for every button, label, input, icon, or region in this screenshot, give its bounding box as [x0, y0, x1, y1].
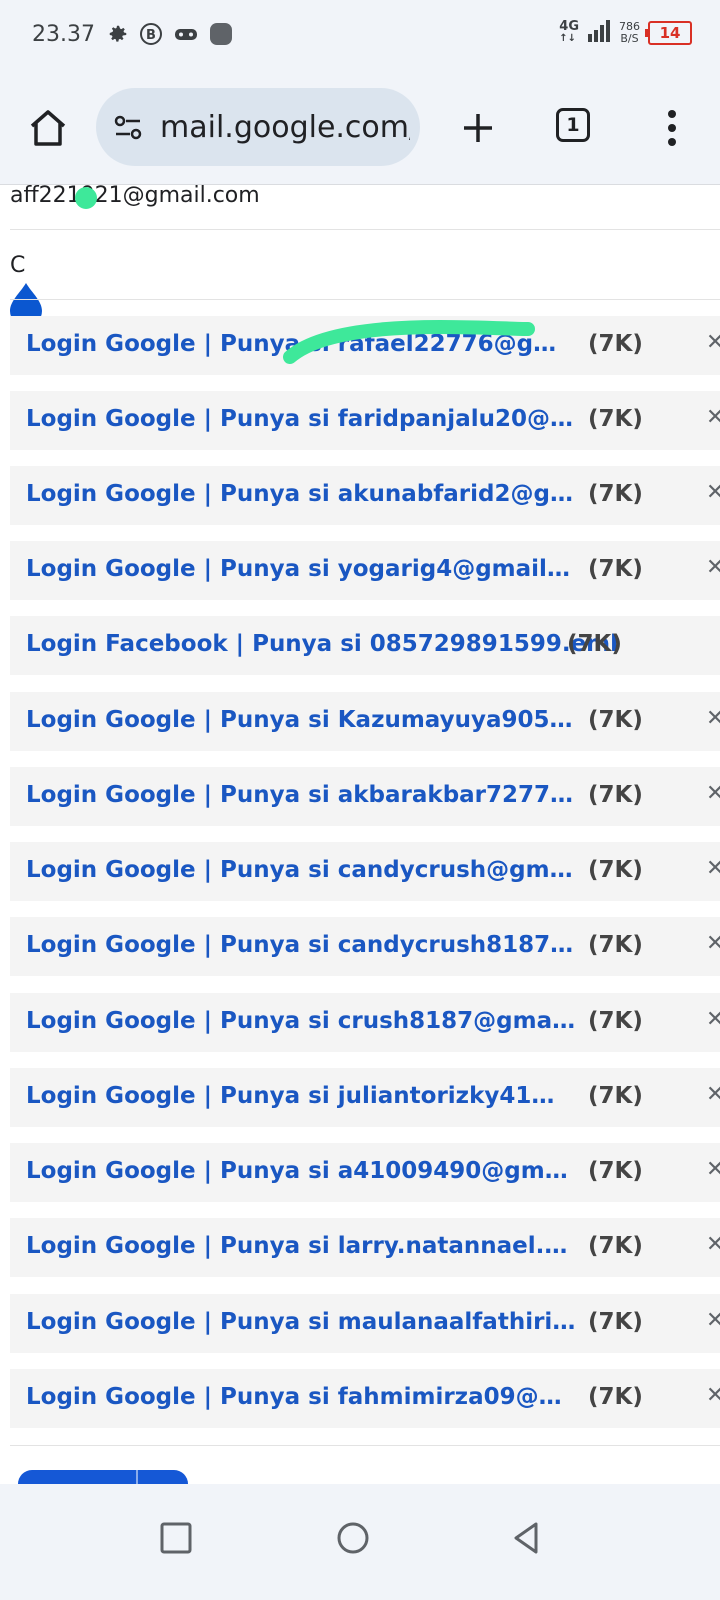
divider: [10, 229, 720, 230]
to-field[interactable]: aff221921@gmail.com: [10, 185, 260, 208]
attachment-name[interactable]: Login Google | Punya si akbarakbar72770@…: [26, 782, 576, 808]
attachment-size: (7K): [588, 331, 643, 357]
attachment-name[interactable]: Login Google | Punya si maulanaalfathiri…: [26, 1309, 576, 1335]
remove-attachment-icon[interactable]: ✕: [706, 931, 720, 956]
attachment-name[interactable]: Login Google | Punya si fahmimirza09@gma…: [26, 1384, 576, 1410]
attachment-size: (7K): [588, 1083, 643, 1109]
app-dot-icon: [209, 22, 233, 50]
attachment-row[interactable]: Login Google | Punya si yogarig4@gmail.c…: [10, 541, 720, 600]
green-underline-annotation-icon: [283, 319, 535, 364]
attachment-row[interactable]: Login Google | Punya si faridpanjalu20@g…: [10, 391, 720, 450]
b-circle-icon: B: [139, 22, 163, 50]
attachment-size: (7K): [588, 406, 643, 432]
signal-icon: [587, 20, 611, 46]
attachment-size: (7K): [588, 1233, 643, 1259]
attachment-name[interactable]: Login Google | Punya si juliantorizky41@…: [26, 1083, 576, 1109]
status-time: 23.37: [32, 22, 95, 47]
gamepad-icon: [173, 23, 199, 49]
address-bar[interactable]: mail.google.com/: [96, 88, 420, 166]
attachment-name[interactable]: Login Google | Punya si crush8187@gmail.…: [26, 1008, 576, 1034]
attachment-size: (7K): [588, 782, 643, 808]
plus-icon: [464, 114, 492, 142]
site-settings-icon[interactable]: [112, 112, 144, 144]
attachment-row[interactable]: Login Google | Punya si akunabfarid2@gma…: [10, 466, 720, 525]
green-dot-annotation-icon: [75, 187, 97, 209]
attachment-size: (7K): [588, 932, 643, 958]
attachment-name[interactable]: Login Google | Punya si akunabfarid2@gma…: [26, 481, 576, 507]
svg-text:B: B: [146, 28, 156, 43]
back-triangle-icon[interactable]: [506, 1518, 546, 1558]
new-tab-button[interactable]: [452, 102, 504, 154]
remove-attachment-icon[interactable]: ✕: [706, 555, 720, 580]
compose-content: aff221921@gmail.com C Login Google | Pun…: [0, 185, 720, 1470]
remove-attachment-icon[interactable]: ✕: [706, 405, 720, 430]
attachment-name[interactable]: Login Google | Punya si candycrush@gmail…: [26, 857, 576, 883]
remove-attachment-icon[interactable]: ✕: [706, 706, 720, 731]
status-bar: 23.37 B 4G ↑↓ 786 B/S 14: [0, 0, 720, 72]
attachment-row[interactable]: Login Facebook | Punya si 085729891599.e…: [10, 616, 720, 675]
attachment-row[interactable]: Login Google | Punya si a41009490@gmail.…: [10, 1143, 720, 1202]
remove-attachment-icon[interactable]: ✕: [706, 1232, 720, 1257]
attachment-name[interactable]: Login Google | Punya si Kazumayuya905@gm…: [26, 707, 576, 733]
attachment-row[interactable]: Login Google | Punya si candycrush8187@g…: [10, 917, 720, 976]
attachment-name[interactable]: Login Google | Punya si faridpanjalu20@g…: [26, 406, 576, 432]
recents-icon[interactable]: [156, 1518, 196, 1558]
tab-switcher-button[interactable]: 1: [556, 108, 590, 142]
remove-attachment-icon[interactable]: ✕: [706, 1383, 720, 1408]
attachment-size: (7K): [588, 707, 643, 733]
browser-toolbar: mail.google.com/ 1: [0, 72, 720, 185]
attachment-size: (7K): [588, 556, 643, 582]
attachment-row[interactable]: Login Google | Punya si akbarakbar72770@…: [10, 767, 720, 826]
remove-attachment-icon[interactable]: ✕: [706, 480, 720, 505]
data-speed: 786 B/S: [619, 20, 640, 45]
attachment-size: (7K): [588, 481, 643, 507]
attachment-row[interactable]: Login Google | Punya si candycrush@gmail…: [10, 842, 720, 901]
system-nav-bar: [0, 1484, 720, 1600]
attachment-row[interactable]: Login Google | Punya si Kazumayuya905@gm…: [10, 692, 720, 751]
attachment-size: (7K): [588, 1158, 643, 1184]
remove-attachment-icon[interactable]: ✕: [706, 1082, 720, 1107]
attachment-size: (7K): [588, 1384, 643, 1410]
attachment-name[interactable]: Login Google | Punya si larry.natannael.…: [26, 1233, 576, 1259]
remove-attachment-icon[interactable]: ✕: [706, 1157, 720, 1182]
home-icon: [30, 110, 66, 146]
kebab-menu-icon: [668, 110, 676, 146]
attachment-row[interactable]: Login Google | Punya si fahmimirza09@gma…: [10, 1369, 720, 1428]
divider: [10, 299, 720, 300]
attachment-name[interactable]: Login Google | Punya si yogarig4@gmail.c…: [26, 556, 576, 582]
attachment-row[interactable]: Login Google | Punya si larry.natannael.…: [10, 1218, 720, 1277]
attachment-name[interactable]: Login Google | Punya si candycrush8187@g…: [26, 932, 576, 958]
attachment-name[interactable]: Login Facebook | Punya si 085729891599.e…: [26, 631, 618, 657]
attachment-size: (7K): [588, 857, 643, 883]
attachment-size: (7K): [588, 1008, 643, 1034]
attachment-size: (7K): [567, 631, 622, 657]
home-button[interactable]: [22, 102, 74, 154]
url-text: mail.google.com/: [160, 110, 410, 145]
attachment-row[interactable]: Login Google | Punya si juliantorizky41@…: [10, 1068, 720, 1127]
attachment-size: (7K): [588, 1309, 643, 1335]
attachment-row[interactable]: Login Google | Punya si crush8187@gmail.…: [10, 993, 720, 1052]
remove-attachment-icon[interactable]: ✕: [706, 856, 720, 881]
attachment-name[interactable]: Login Google | Punya si a41009490@gmail.…: [26, 1158, 576, 1184]
home-circle-icon[interactable]: [333, 1518, 373, 1558]
remove-attachment-icon[interactable]: ✕: [706, 330, 720, 355]
divider: [10, 1445, 720, 1446]
gear-icon: [107, 23, 129, 49]
more-menu-button[interactable]: [652, 102, 692, 154]
remove-attachment-icon[interactable]: ✕: [706, 781, 720, 806]
cc-field[interactable]: C: [10, 253, 25, 278]
network-indicator: 4G ↑↓: [559, 19, 579, 44]
send-button-peek[interactable]: [18, 1470, 188, 1484]
battery-indicator: 14: [645, 21, 692, 45]
remove-attachment-icon[interactable]: ✕: [706, 1308, 720, 1333]
remove-attachment-icon[interactable]: ✕: [706, 1007, 720, 1032]
attachment-row[interactable]: Login Google | Punya si maulanaalfathiri…: [10, 1294, 720, 1353]
